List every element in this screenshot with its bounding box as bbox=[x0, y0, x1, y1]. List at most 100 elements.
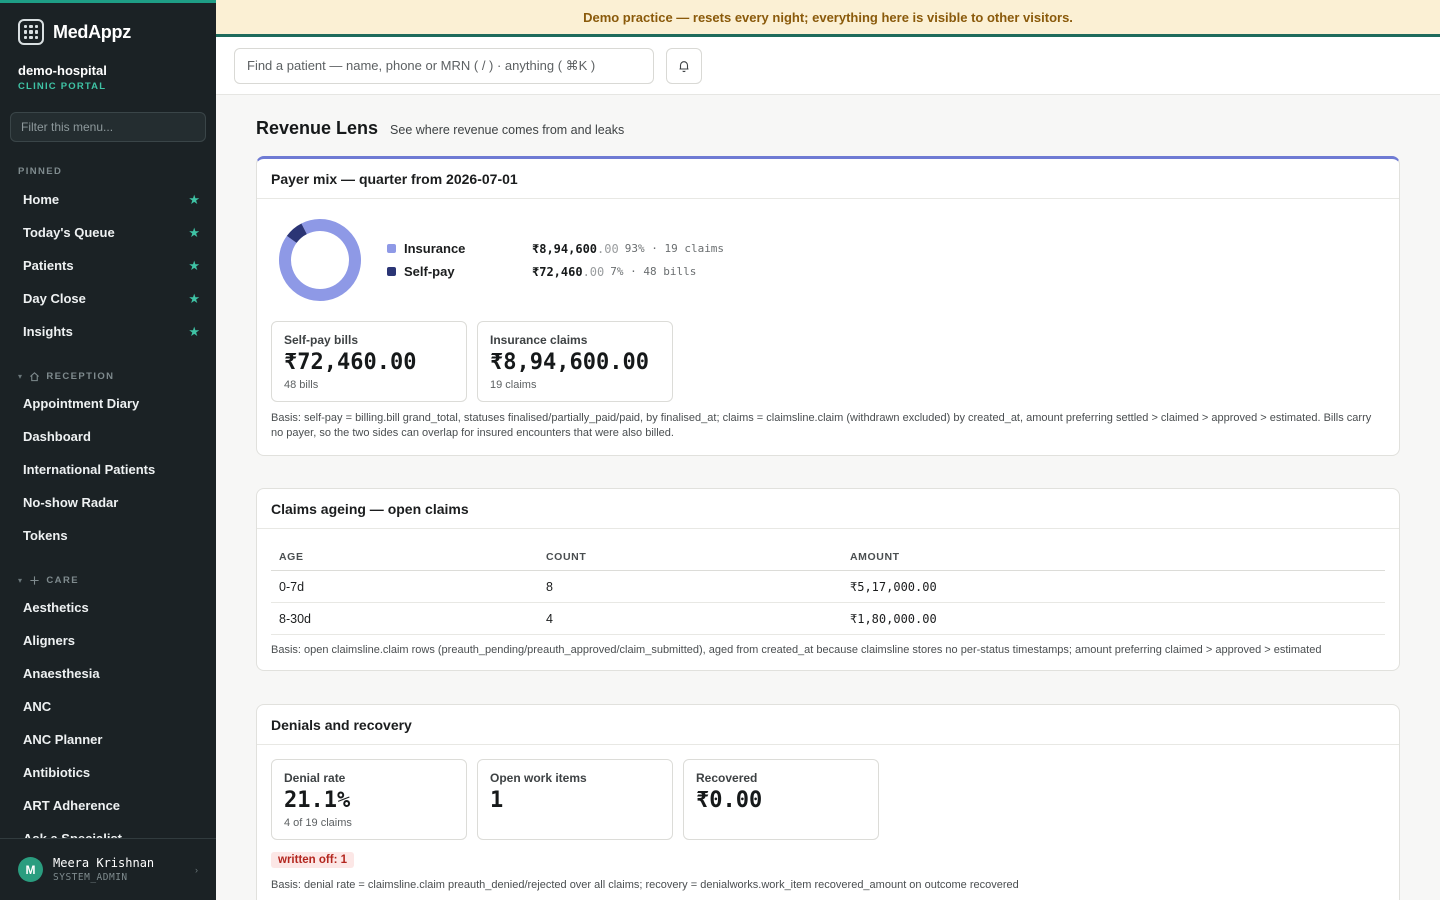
payer-mix-basis: Basis: self-pay = billing.bill grand_tot… bbox=[271, 412, 1372, 439]
star-icon[interactable]: ★ bbox=[188, 324, 200, 340]
tenant-subtitle: CLINIC PORTAL bbox=[18, 81, 107, 92]
sidebar-item-anaesthesia[interactable]: Anaesthesia bbox=[0, 657, 216, 690]
stat-meta: 19 claims bbox=[490, 379, 537, 391]
sidebar-item-label: ART Adherence bbox=[23, 798, 121, 813]
star-icon[interactable]: ★ bbox=[188, 258, 200, 274]
stat-label: Self-pay bills bbox=[284, 333, 359, 347]
sidebar-item-art-adherence[interactable]: ART Adherence bbox=[0, 789, 216, 822]
sidebar-item-insights[interactable]: Insights ★ bbox=[0, 315, 216, 348]
claims-ageing-card: Claims ageing — open claims AGE COUNT AMOU… bbox=[256, 488, 1400, 671]
legend-name: Insurance bbox=[404, 241, 466, 256]
sidebar-item-label: Insights bbox=[23, 324, 73, 339]
plus-icon bbox=[30, 576, 40, 585]
sidebar-item-antibiotics[interactable]: Antibiotics bbox=[0, 756, 216, 789]
sidebar-item-label: Day Close bbox=[23, 291, 86, 306]
sidebar-item-ask-a-specialist[interactable]: Ask a Specialist bbox=[0, 822, 216, 838]
chevron-right-icon: › bbox=[195, 864, 198, 875]
tenant-name: demo-hospital bbox=[18, 63, 107, 78]
star-icon[interactable]: ★ bbox=[188, 192, 200, 208]
user-name: Meera Krishnan bbox=[53, 856, 155, 870]
stat-value: 21.1% bbox=[284, 788, 351, 813]
sidebar-item-anc[interactable]: ANC bbox=[0, 690, 216, 723]
sidebar-item-label: ANC Planner bbox=[23, 732, 103, 747]
sidebar-item-label: International Patients bbox=[23, 462, 156, 477]
section-label-reception[interactable]: ▾ RECEPTION bbox=[0, 371, 216, 382]
sidebar-item-tokens[interactable]: Tokens bbox=[0, 519, 216, 552]
star-icon[interactable]: ★ bbox=[188, 225, 200, 241]
sidebar-item-home[interactable]: Home ★ bbox=[0, 183, 216, 216]
claims-ageing-title: Claims ageing — open claims bbox=[257, 489, 1399, 529]
legend-amount-main: ₹8,94,600 bbox=[532, 241, 598, 256]
demo-banner: Demo practice — resets every night; ever… bbox=[216, 0, 1440, 37]
legend-item: Self-pay ₹72,460.00 7% · 48 bills bbox=[387, 264, 724, 279]
page-header: Revenue Lens See where revenue comes fro… bbox=[256, 118, 1400, 139]
sidebar-item-anc-planner[interactable]: ANC Planner bbox=[0, 723, 216, 756]
patient-search-input[interactable] bbox=[234, 47, 654, 84]
stat-card-open-work-items: Open work items 1 bbox=[477, 759, 673, 840]
payer-mix-title: Payer mix — quarter from 2026-07-01 bbox=[257, 159, 1399, 199]
brand[interactable]: MedAppz bbox=[0, 3, 216, 45]
table-row: 0-7d 8 ₹5,17,000.00 bbox=[271, 570, 1385, 603]
legend-amount: ₹8,94,600.00 bbox=[532, 242, 619, 256]
sidebar-item-label: Patients bbox=[23, 258, 74, 273]
legend-meta: 93% · 19 claims bbox=[624, 242, 725, 255]
collapse-dot-icon: ▾ bbox=[18, 372, 24, 381]
home-icon bbox=[30, 372, 40, 382]
sidebar-item-no-show-radar[interactable]: No-show Radar bbox=[0, 486, 216, 519]
claims-ageing-basis: Basis: open claimsline.claim rows (preau… bbox=[271, 644, 1322, 656]
sidebar-item-label: ANC bbox=[23, 699, 52, 714]
denials-card: Denials and recovery Denial rate 21.1% 4 o… bbox=[256, 704, 1400, 900]
sidebar-item-label: No-show Radar bbox=[23, 495, 119, 510]
section-label-pinned: PINNED bbox=[18, 166, 63, 177]
sidebar-item-appointment-diary[interactable]: Appointment Diary bbox=[0, 387, 216, 420]
stat-meta: 48 bills bbox=[284, 379, 319, 391]
payer-mix-legend: Insurance ₹8,94,600.00 93% · 19 claims Self… bbox=[387, 241, 724, 279]
user-menu[interactable]: M Meera Krishnan SYSTEM_ADMIN › bbox=[0, 838, 216, 900]
page-subtitle: See where revenue comes from and leaks bbox=[390, 123, 625, 137]
menu-filter-input[interactable] bbox=[10, 112, 206, 142]
sidebar-item-day-close[interactable]: Day Close ★ bbox=[0, 282, 216, 315]
page-title: Revenue Lens bbox=[256, 118, 379, 138]
sidebar-item-aesthetics[interactable]: Aesthetics bbox=[0, 591, 216, 624]
sidebar-item-label: Dashboard bbox=[23, 429, 91, 444]
legend-amount-decimals: .00 bbox=[582, 264, 605, 279]
stat-value: ₹8,94,600.00 bbox=[490, 350, 649, 375]
payer-mix-donut-chart bbox=[279, 219, 361, 301]
star-icon[interactable]: ★ bbox=[188, 291, 200, 307]
sidebar-item-label: Today's Queue bbox=[23, 225, 115, 240]
sidebar-item-today-s-queue[interactable]: Today's Queue ★ bbox=[0, 216, 216, 249]
stat-card-recovered: Recovered ₹0.00 bbox=[683, 759, 879, 840]
topbar bbox=[216, 37, 1440, 95]
sidebar-item-label: Aesthetics bbox=[23, 600, 89, 615]
sidebar: MedAppz demo-hospital CLINIC PORTAL PINN… bbox=[0, 0, 216, 900]
stat-label: Recovered bbox=[696, 771, 758, 785]
sidebar-item-label: Appointment Diary bbox=[23, 396, 140, 411]
legend-meta: 7% · 48 bills bbox=[610, 265, 697, 278]
legend-amount: ₹72,460.00 bbox=[532, 265, 604, 279]
legend-amount-main: ₹72,460 bbox=[532, 264, 583, 279]
sidebar-item-dashboard[interactable]: Dashboard bbox=[0, 420, 216, 453]
legend-amount-decimals: .00 bbox=[597, 241, 619, 256]
table-cell: 0-7d bbox=[271, 570, 538, 603]
legend-item: Insurance ₹8,94,600.00 93% · 19 claims bbox=[387, 241, 724, 256]
notifications-button[interactable] bbox=[666, 47, 702, 84]
sidebar-item-aligners[interactable]: Aligners bbox=[0, 624, 216, 657]
stat-meta: 4 of 19 claims bbox=[284, 817, 352, 829]
section-label-care[interactable]: ▾ CARE bbox=[0, 575, 216, 586]
stat-label: Insurance claims bbox=[490, 333, 588, 347]
stat-label: Open work items bbox=[490, 771, 587, 785]
sidebar-item-label: Home bbox=[23, 192, 60, 207]
avatar: M bbox=[18, 857, 43, 882]
sidebar-item-international-patients[interactable]: International Patients bbox=[0, 453, 216, 486]
app-logo-icon bbox=[18, 19, 44, 45]
table-cell: ₹5,17,000.00 bbox=[842, 570, 1385, 603]
sidebar-item-label: Antibiotics bbox=[23, 765, 91, 780]
sidebar-item-label: Aligners bbox=[23, 633, 76, 648]
sidebar-item-patients[interactable]: Patients ★ bbox=[0, 249, 216, 282]
stat-value: ₹0.00 bbox=[696, 788, 763, 813]
sidebar-nav[interactable]: PINNED Home ★ Today's Queue ★ Patients ★ Day C… bbox=[0, 153, 216, 838]
column-header-age: AGE bbox=[271, 543, 538, 571]
legend-swatch bbox=[387, 267, 396, 276]
column-header-amount: AMOUNT bbox=[842, 543, 1385, 571]
stat-label: Denial rate bbox=[284, 771, 346, 785]
